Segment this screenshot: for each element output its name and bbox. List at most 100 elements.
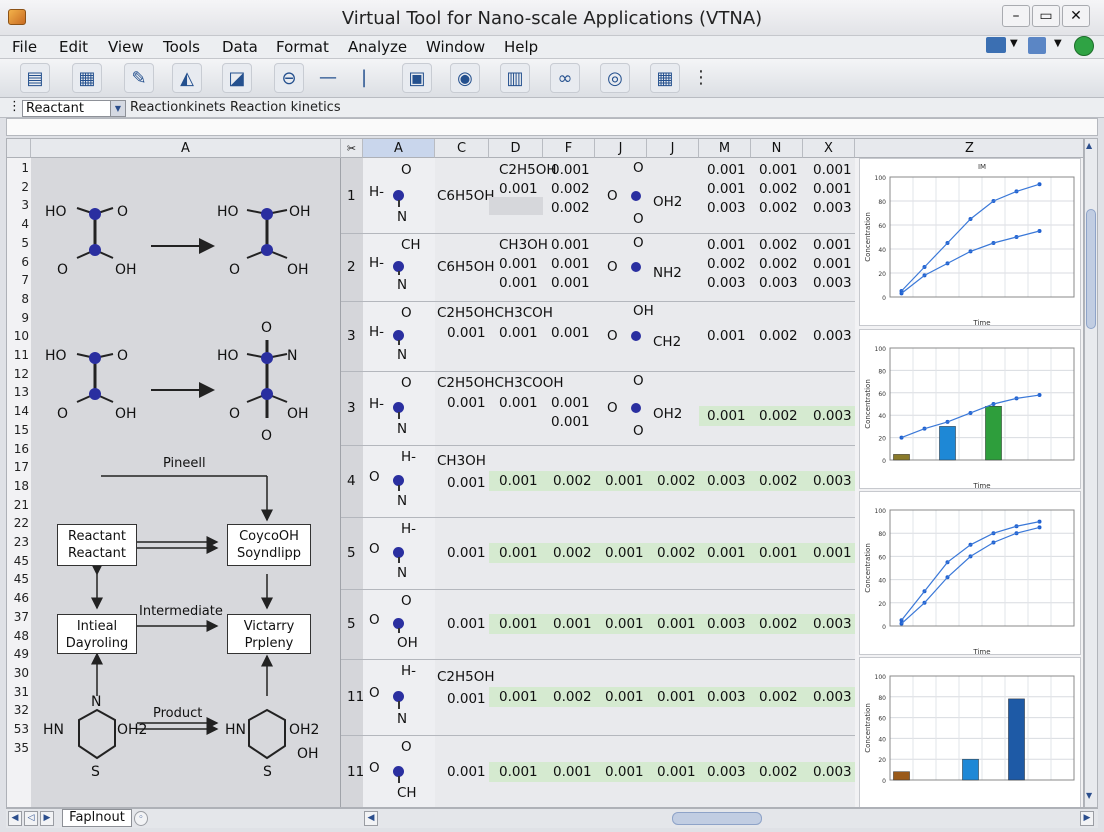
column-header[interactable]: X <box>803 139 855 158</box>
zoom-icon[interactable]: ⊖ <box>274 63 304 93</box>
value-cell[interactable]: 0.001 <box>759 162 798 178</box>
edit-pencil-icon[interactable]: ✎ <box>124 63 154 93</box>
add-sheet-icon[interactable]: ◦ <box>134 811 148 826</box>
value-cell[interactable]: 0.001 <box>447 691 486 707</box>
corner-cell[interactable] <box>7 139 31 158</box>
column-header[interactable]: C <box>435 139 489 158</box>
value-cell[interactable]: 0.001 <box>551 256 590 272</box>
column-header[interactable]: Z <box>855 139 1083 158</box>
row-id[interactable]: 5 <box>347 616 356 632</box>
value-cell[interactable]: 0.002 <box>657 545 696 561</box>
value-cell[interactable]: 0.002 <box>759 764 798 780</box>
value-cell[interactable]: 0.002 <box>553 545 592 561</box>
value-cell[interactable]: 0.001 <box>707 545 746 561</box>
compound-cell[interactable]: C2H5OHCH3COOH <box>437 375 564 391</box>
row-number[interactable]: 21 <box>7 498 31 512</box>
new-document-icon[interactable]: ▤ <box>20 63 50 93</box>
row-number[interactable]: 17 <box>7 460 31 474</box>
value-cell[interactable]: 0.001 <box>551 325 590 341</box>
menu-view[interactable]: View <box>108 38 144 56</box>
row-number[interactable]: 16 <box>7 442 31 456</box>
row-number[interactable]: 53 <box>7 722 31 736</box>
value-cell[interactable]: 0.001 <box>499 325 538 341</box>
display-icon[interactable] <box>986 37 1006 53</box>
compound-cell[interactable]: C2H5OHCH3COH <box>437 305 553 321</box>
value-cell[interactable]: 0.001 <box>759 545 798 561</box>
compound-cell[interactable]: C2H5OH <box>437 669 495 685</box>
column-header[interactable]: N <box>751 139 803 158</box>
value-cell[interactable]: 0.003 <box>813 616 852 632</box>
chevron-down-icon[interactable]: ▼ <box>1086 791 1096 803</box>
menu-tools[interactable]: Tools <box>163 38 200 56</box>
close-button[interactable]: ✕ <box>1062 5 1090 27</box>
row-number[interactable]: 49 <box>7 647 31 661</box>
value-cell[interactable]: C2H5OH <box>499 162 557 178</box>
value-cell[interactable]: 0.003 <box>813 689 852 705</box>
value-cell[interactable]: 0.001 <box>605 764 644 780</box>
menu-analyze[interactable]: Analyze <box>348 38 407 56</box>
value-cell[interactable]: 0.001 <box>605 473 644 489</box>
row-number[interactable]: 45 <box>7 554 31 568</box>
row-number[interactable]: 37 <box>7 610 31 624</box>
value-cell[interactable]: 0.003 <box>813 408 852 424</box>
value-cell[interactable]: 0.001 <box>499 616 538 632</box>
value-cell[interactable]: CH3OH <box>499 237 548 253</box>
row-number[interactable]: 30 <box>7 666 31 680</box>
row-number[interactable]: 18 <box>7 479 31 493</box>
value-cell[interactable]: 0.001 <box>551 162 590 178</box>
row-id[interactable]: 2 <box>347 259 356 275</box>
value-cell[interactable]: 0.001 <box>657 764 696 780</box>
row-id[interactable]: 11 <box>347 689 364 705</box>
value-cell[interactable]: 0.001 <box>605 545 644 561</box>
value-cell[interactable]: 0.001 <box>499 473 538 489</box>
value-cell[interactable]: 0.001 <box>551 395 590 411</box>
value-cell[interactable]: 0.001 <box>707 328 746 344</box>
column-header[interactable]: A <box>31 139 341 158</box>
value-cell[interactable]: 0.001 <box>813 181 852 197</box>
column-header[interactable]: A <box>363 139 435 158</box>
table-icon[interactable]: ▥ <box>500 63 530 93</box>
value-cell[interactable]: 0.001 <box>499 395 538 411</box>
compound-cell[interactable]: C6H5OH <box>437 259 495 275</box>
chart-panel[interactable]: 100 80 60 40 20 0 Concentration Time <box>859 491 1081 656</box>
value-cell[interactable]: 0.003 <box>707 200 746 216</box>
value-cell[interactable]: 0.001 <box>447 325 486 341</box>
row-number[interactable]: 10 <box>7 329 31 343</box>
chevron-up-icon[interactable]: ▲ <box>1086 141 1096 153</box>
next-sheet-icon[interactable]: ▶ <box>40 811 54 826</box>
row-number[interactable]: 7 <box>7 273 31 287</box>
value-cell[interactable]: 0.001 <box>499 545 538 561</box>
chevron-down-icon[interactable]: ▼ <box>1010 38 1018 49</box>
image-icon[interactable]: ◪ <box>222 63 252 93</box>
row-id[interactable]: 4 <box>347 473 356 489</box>
compound-cell[interactable]: CH3OH <box>437 453 486 469</box>
value-cell[interactable]: 0.002 <box>759 256 798 272</box>
value-cell[interactable]: 0.001 <box>605 689 644 705</box>
menu-format[interactable]: Format <box>276 38 329 56</box>
row-number[interactable]: 5 <box>7 236 31 250</box>
menu-window[interactable]: Window <box>426 38 485 56</box>
page-icon[interactable] <box>1028 37 1046 54</box>
chart-panel[interactable]: 100 80 60 40 20 0 Concentration <box>859 657 1081 807</box>
row-number[interactable]: 2 <box>7 180 31 194</box>
value-cell[interactable]: 0.001 <box>605 616 644 632</box>
value-cell[interactable]: 0.003 <box>707 473 746 489</box>
grid-icon[interactable]: ▣ <box>402 63 432 93</box>
chevron-down-icon[interactable]: ▼ <box>110 101 125 116</box>
value-cell[interactable]: 0.001 <box>657 689 696 705</box>
scissors-icon[interactable]: ✂ <box>341 139 363 158</box>
chart-panel[interactable]: 100 80 60 40 20 0 Concentration Time <box>859 329 1081 490</box>
scroll-thumb[interactable] <box>1086 209 1096 329</box>
value-cell[interactable]: 0.003 <box>813 275 852 291</box>
drag-handle-icon[interactable]: ⋮ <box>8 99 21 114</box>
menu-data[interactable]: Data <box>222 38 258 56</box>
value-cell[interactable]: 0.002 <box>759 408 798 424</box>
row-number[interactable]: 31 <box>7 685 31 699</box>
row-number[interactable]: 6 <box>7 255 31 269</box>
vertical-line-icon[interactable]: | <box>352 63 376 93</box>
scroll-left-icon[interactable]: ◀ <box>364 811 378 826</box>
value-cell[interactable]: 0.001 <box>499 275 538 291</box>
value-cell[interactable]: 0.001 <box>551 275 590 291</box>
row-number[interactable]: 9 <box>7 311 31 325</box>
value-cell[interactable]: 0.002 <box>759 237 798 253</box>
